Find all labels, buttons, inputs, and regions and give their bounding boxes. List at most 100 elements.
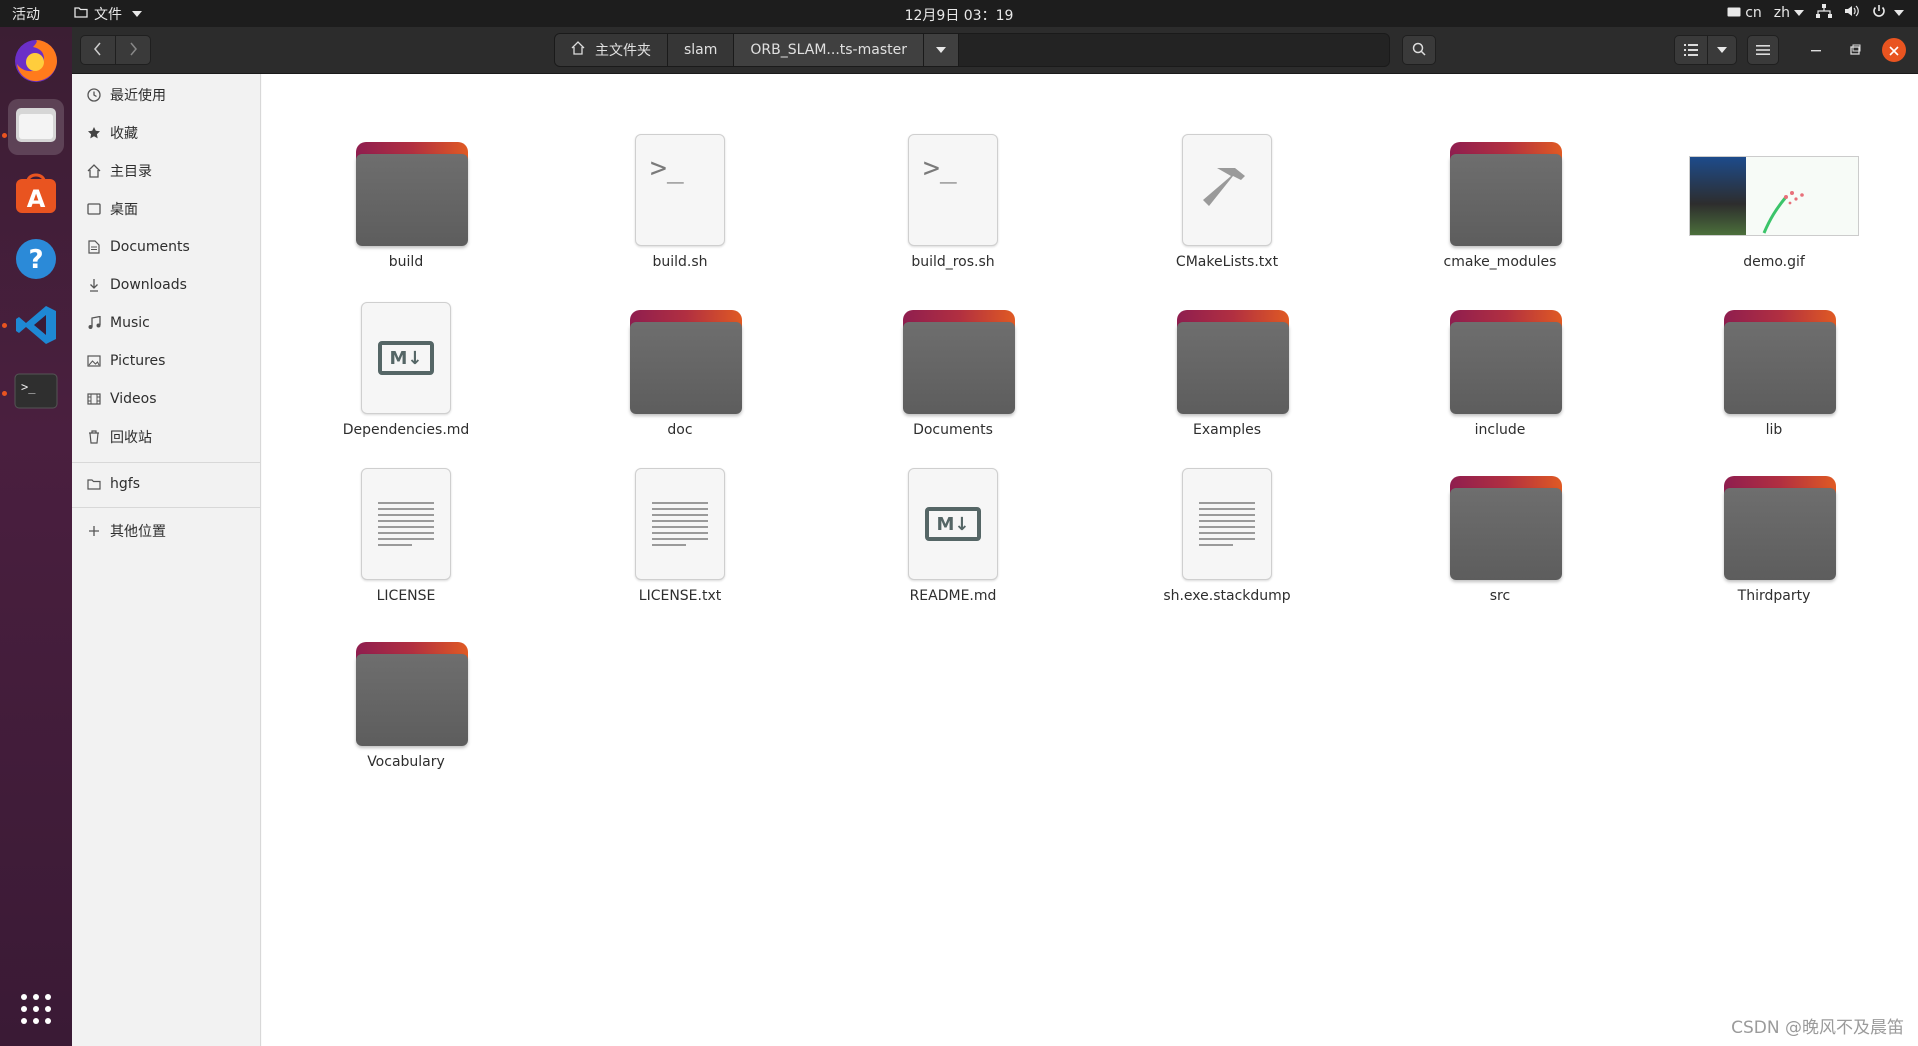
file-item[interactable]: LICENSE.txt xyxy=(580,468,780,622)
activities-button[interactable]: 活动 xyxy=(12,4,40,24)
file-item[interactable]: src xyxy=(1400,472,1600,622)
app-menu-label: 文件 xyxy=(94,7,122,23)
file-name: doc xyxy=(667,422,693,438)
watermark: CSDN @晚风不及晨笛 xyxy=(1731,1018,1904,1038)
sidebar-item-home[interactable]: 主目录 xyxy=(72,154,261,188)
chevron-down-icon xyxy=(1717,47,1727,53)
view-options-button[interactable] xyxy=(1707,35,1737,65)
file-item[interactable]: M↓ Dependencies.md xyxy=(306,302,506,456)
file-item[interactable]: doc xyxy=(580,306,780,456)
folder-icon xyxy=(1450,306,1562,414)
file-item[interactable]: sh.exe.stackdump xyxy=(1127,468,1327,622)
input-method-label[interactable]: cn xyxy=(1745,5,1762,21)
file-item[interactable]: build xyxy=(306,138,506,288)
sidebar-item-pictures[interactable]: Pictures xyxy=(72,344,261,378)
text-file-icon xyxy=(1177,468,1277,580)
folder-icon xyxy=(86,476,102,492)
sidebar-item-trash[interactable]: 回收站 xyxy=(72,420,261,454)
desktop-icon xyxy=(86,201,102,217)
sidebar-item-videos[interactable]: Videos xyxy=(72,382,261,416)
folder-icon xyxy=(1450,472,1562,580)
file-name: Thirdparty xyxy=(1737,588,1811,604)
terminal-icon: >_ xyxy=(14,373,58,413)
clock[interactable]: 12月9日 03：19 xyxy=(905,8,1014,24)
search-icon xyxy=(1412,41,1426,60)
file-item[interactable]: M↓ README.md xyxy=(853,468,1053,622)
breadcrumb-home[interactable]: 主文件夹 xyxy=(555,34,668,66)
close-button[interactable] xyxy=(1882,38,1906,62)
file-item[interactable]: lib xyxy=(1674,306,1874,456)
sidebar-item-music[interactable]: Music xyxy=(72,306,261,340)
file-name: README.md xyxy=(909,588,997,604)
file-name: sh.exe.stackdump xyxy=(1163,588,1291,604)
file-name: Documents xyxy=(913,422,993,438)
language-menu[interactable]: zh xyxy=(1774,5,1804,21)
file-item[interactable]: >_ build.sh xyxy=(580,134,780,288)
sidebar-item-label: Videos xyxy=(110,391,157,407)
path-bar: 主文件夹 slam ORB_SLAM...ts-master xyxy=(554,33,1390,67)
power-icon xyxy=(1872,4,1886,22)
dock-show-apps[interactable] xyxy=(8,983,64,1039)
file-item[interactable]: Thirdparty xyxy=(1674,472,1874,622)
music-icon xyxy=(86,315,102,331)
search-button[interactable] xyxy=(1402,35,1436,65)
file-item[interactable]: Examples xyxy=(1127,306,1327,456)
dock: A ? >_ xyxy=(0,27,72,1046)
sidebar-divider xyxy=(72,462,261,463)
dock-firefox[interactable] xyxy=(8,35,64,91)
file-item[interactable]: Documents xyxy=(853,306,1053,456)
sidebar-item-documents[interactable]: Documents xyxy=(72,230,261,264)
sidebar-item-label: hgfs xyxy=(110,476,140,492)
app-menu[interactable]: 文件 xyxy=(74,4,142,24)
dock-help[interactable]: ? xyxy=(8,233,64,289)
file-item[interactable]: demo.gif xyxy=(1674,138,1874,288)
sidebar-item-other-locations[interactable]: 其他位置 xyxy=(72,514,261,548)
breadcrumb-current[interactable]: ORB_SLAM...ts-master xyxy=(734,34,924,66)
document-icon xyxy=(86,239,102,255)
folder-icon xyxy=(74,6,88,22)
sidebar-item-hgfs[interactable]: hgfs xyxy=(72,467,261,501)
script-icon: >_ xyxy=(630,134,730,246)
file-item[interactable]: LICENSE xyxy=(306,468,506,622)
file-item[interactable]: >_ build_ros.sh xyxy=(853,134,1053,288)
file-grid: build >_ build.sh >_ build_ros.sh CMakeL… xyxy=(262,74,1918,1046)
dock-software[interactable]: A xyxy=(8,167,64,223)
minimize-icon xyxy=(1806,46,1826,65)
minimize-button[interactable] xyxy=(1806,39,1826,65)
header-bar: 主文件夹 slam ORB_SLAM...ts-master xyxy=(72,27,1918,74)
files-icon xyxy=(15,106,57,148)
file-name: include xyxy=(1474,422,1526,438)
firefox-icon xyxy=(13,38,59,88)
svg-text:?: ? xyxy=(28,245,43,275)
breadcrumb-menu-button[interactable] xyxy=(923,34,959,66)
main-menu-button[interactable] xyxy=(1747,35,1779,65)
system-tray[interactable]: cn zh xyxy=(1727,4,1904,22)
sidebar-item-recent[interactable]: 最近使用 xyxy=(72,78,261,112)
close-icon xyxy=(1889,41,1899,60)
back-button[interactable] xyxy=(80,35,116,65)
clock-icon xyxy=(86,87,102,103)
chevron-down-icon xyxy=(935,47,946,53)
dock-vscode[interactable] xyxy=(8,299,64,355)
sidebar-item-desktop[interactable]: 桌面 xyxy=(72,192,261,226)
maximize-button[interactable] xyxy=(1845,39,1865,65)
sidebar-item-downloads[interactable]: Downloads xyxy=(72,268,261,302)
file-item[interactable]: CMakeLists.txt xyxy=(1127,134,1327,288)
sidebar-item-label: 桌面 xyxy=(110,202,138,218)
dock-terminal[interactable]: >_ xyxy=(8,365,64,421)
chevron-down-icon[interactable] xyxy=(1894,10,1904,16)
star-icon xyxy=(86,125,102,141)
dock-files[interactable] xyxy=(8,99,64,155)
file-item[interactable]: cmake_modules xyxy=(1400,138,1600,288)
sidebar-item-label: Pictures xyxy=(110,353,166,369)
file-item[interactable]: include xyxy=(1400,306,1600,456)
file-name: Vocabulary xyxy=(367,754,445,770)
sidebar-item-starred[interactable]: 收藏 xyxy=(72,116,261,150)
forward-button[interactable] xyxy=(115,35,151,65)
view-mode-button[interactable] xyxy=(1674,35,1708,65)
file-item[interactable]: Vocabulary xyxy=(306,638,506,788)
software-icon: A xyxy=(14,171,58,219)
keyboard-icon xyxy=(1727,5,1741,21)
markdown-icon: M↓ xyxy=(356,302,456,414)
breadcrumb-slam[interactable]: slam xyxy=(668,34,735,66)
